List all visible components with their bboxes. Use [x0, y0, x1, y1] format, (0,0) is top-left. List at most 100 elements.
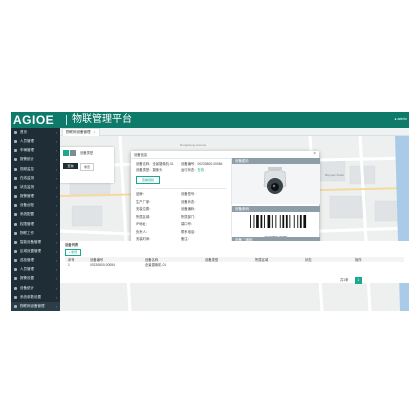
sidebar-item[interactable]: 设备统计 ›: [11, 284, 60, 293]
detail-label: 负责人：: [136, 229, 150, 234]
view-video-button[interactable]: 查看视频: [136, 176, 160, 184]
column-header: 设备名称: [145, 257, 159, 262]
sidebar-item-label: 物联工作: [20, 230, 34, 235]
chevron-right-icon: ›: [55, 248, 57, 254]
layer-icon[interactable]: [63, 150, 69, 156]
user-name: admin: [397, 117, 407, 121]
sidebar: 首页 › 人员管理 › 车辆管理 › 报警统计 › 视频监控 › 在线监测 › 状态监测 › 报警管理 › 设备…: [11, 128, 60, 312]
chevron-right-icon: ›: [55, 276, 57, 282]
filter-title: 设备类型: [80, 151, 94, 155]
detail-label: 联系电话：: [181, 229, 198, 234]
map-icon[interactable]: [70, 150, 76, 156]
sidebar-item[interactable]: 在线监测 ›: [11, 174, 60, 183]
detail-label: 生产厂家：: [136, 199, 153, 204]
add-button[interactable]: + 新增: [65, 249, 81, 256]
menu-icon: [14, 222, 17, 226]
logo-divider: [66, 115, 67, 125]
detail-row: 生产厂家：: [136, 200, 152, 204]
sidebar-item-label: 设备统计: [20, 285, 34, 290]
sidebar-item[interactable]: 权限管理 ›: [11, 220, 60, 229]
sidebar-item-label: 首页: [20, 130, 27, 134]
sidebar-item[interactable]: 首页 ›: [11, 128, 60, 137]
name-row: 设备名称：全景摄像机-01: [136, 162, 174, 166]
menu-icon: [14, 213, 17, 217]
sidebar-item[interactable]: 区域设置管理 ›: [11, 247, 60, 256]
sidebar-item[interactable]: 设备台账 ›: [11, 201, 60, 210]
close-icon[interactable]: ×: [313, 151, 316, 158]
detail-label: 所属部门：: [181, 214, 198, 219]
sidebar-item[interactable]: 智能设备管理 ›: [11, 238, 60, 247]
menu-icon: [14, 185, 17, 189]
status-row: 运行状态：在线: [181, 168, 205, 172]
search-button[interactable]: 查询: [63, 163, 78, 169]
detail-label: 品牌：: [136, 192, 146, 196]
column-header: 序号: [68, 257, 75, 262]
sidebar-item[interactable]: 报警设置 ›: [11, 274, 60, 283]
chevron-right-icon: ›: [55, 230, 57, 236]
map-label: Beiyuan Road: [325, 173, 344, 177]
sidebar-item[interactable]: 人员管理 ›: [11, 265, 60, 274]
sidebar-item[interactable]: 人员管理 ›: [11, 137, 60, 146]
detail-row: 所属部门：: [181, 215, 197, 219]
barcode-icon: [250, 215, 307, 228]
sidebar-item[interactable]: 系统配置 ›: [11, 210, 60, 219]
menu-icon: [14, 204, 17, 208]
sidebar-item[interactable]: 物联网设备管理 ›: [11, 301, 60, 312]
chevron-right-icon: ›: [55, 175, 57, 181]
menu-icon: [14, 259, 17, 263]
chevron-right-icon: ›: [55, 148, 57, 154]
detail-label: IP地址：: [136, 222, 150, 226]
chevron-right-icon: ›: [55, 212, 57, 218]
detail-row: 所属区域：: [136, 215, 152, 219]
column-header: 设备类型: [205, 257, 219, 262]
menu-icon: [14, 149, 17, 153]
menu-icon: [14, 249, 17, 253]
detail-row: 安装位置：: [136, 207, 152, 211]
sidebar-item-label: 权限管理: [20, 221, 34, 226]
sidebar-item[interactable]: 视频监控 ›: [11, 165, 60, 174]
dialog-title: 设备信息: [134, 152, 148, 157]
detail-label: 所属区域：: [136, 214, 153, 219]
sidebar-item[interactable]: 巡检管理 ›: [11, 256, 60, 265]
menu-icon: [14, 304, 17, 308]
chevron-right-icon: ›: [55, 285, 57, 291]
list-title: 设备列表: [65, 243, 79, 247]
tab-device-management[interactable]: 物联网设备管理 ×: [62, 128, 100, 136]
detail-label: 安装位置：: [136, 207, 153, 211]
chevron-right-icon: ›: [55, 303, 57, 309]
sidebar-item-label: 区域设置管理: [20, 248, 41, 253]
sidebar-item-label: 视频监控: [20, 166, 34, 171]
sidebar-item-label: 报警管理: [20, 194, 34, 199]
menu-icon: [14, 240, 17, 244]
sidebar-item[interactable]: 报警统计 ›: [11, 155, 60, 164]
chevron-right-icon: ›: [55, 157, 57, 163]
page-button[interactable]: 1: [354, 277, 362, 284]
detail-label: 设备型号：: [181, 192, 198, 196]
user-menu[interactable]: ● admin: [394, 116, 407, 122]
table-cell: 00230800-00084: [90, 263, 115, 267]
sidebar-item[interactable]: 系统参数设置 ›: [11, 293, 60, 302]
sidebar-item[interactable]: 车辆管理 ›: [11, 146, 60, 155]
tab-strip: [60, 128, 409, 136]
chevron-right-icon: ›: [55, 258, 57, 264]
menu-icon: [14, 295, 17, 299]
menu-icon: [14, 286, 17, 290]
detail-label: 设备状态：: [181, 199, 198, 204]
sidebar-item-label: 系统配置: [20, 212, 34, 217]
chevron-right-icon: ›: [55, 194, 57, 200]
tab-label: 物联网设备管理: [66, 130, 91, 134]
sidebar-item-label: 系统参数设置: [20, 294, 41, 299]
sidebar-item-label: 设备台账: [20, 203, 34, 208]
reset-button[interactable]: 重置: [80, 163, 94, 171]
chevron-right-icon: ›: [55, 294, 57, 300]
sidebar-item-label: 巡检管理: [20, 258, 34, 263]
column-header: 操作: [355, 257, 362, 262]
menu-icon: [14, 195, 17, 199]
sidebar-item-label: 在线监测: [20, 175, 34, 180]
sidebar-item-label: 智能设备管理: [20, 239, 41, 244]
sidebar-item[interactable]: 物联工作 ›: [11, 229, 60, 238]
sidebar-item[interactable]: 报警管理 ›: [11, 192, 60, 201]
sidebar-item[interactable]: 状态监测 ›: [11, 183, 60, 192]
close-icon[interactable]: ×: [93, 130, 95, 134]
table-cell: 1: [68, 263, 70, 267]
